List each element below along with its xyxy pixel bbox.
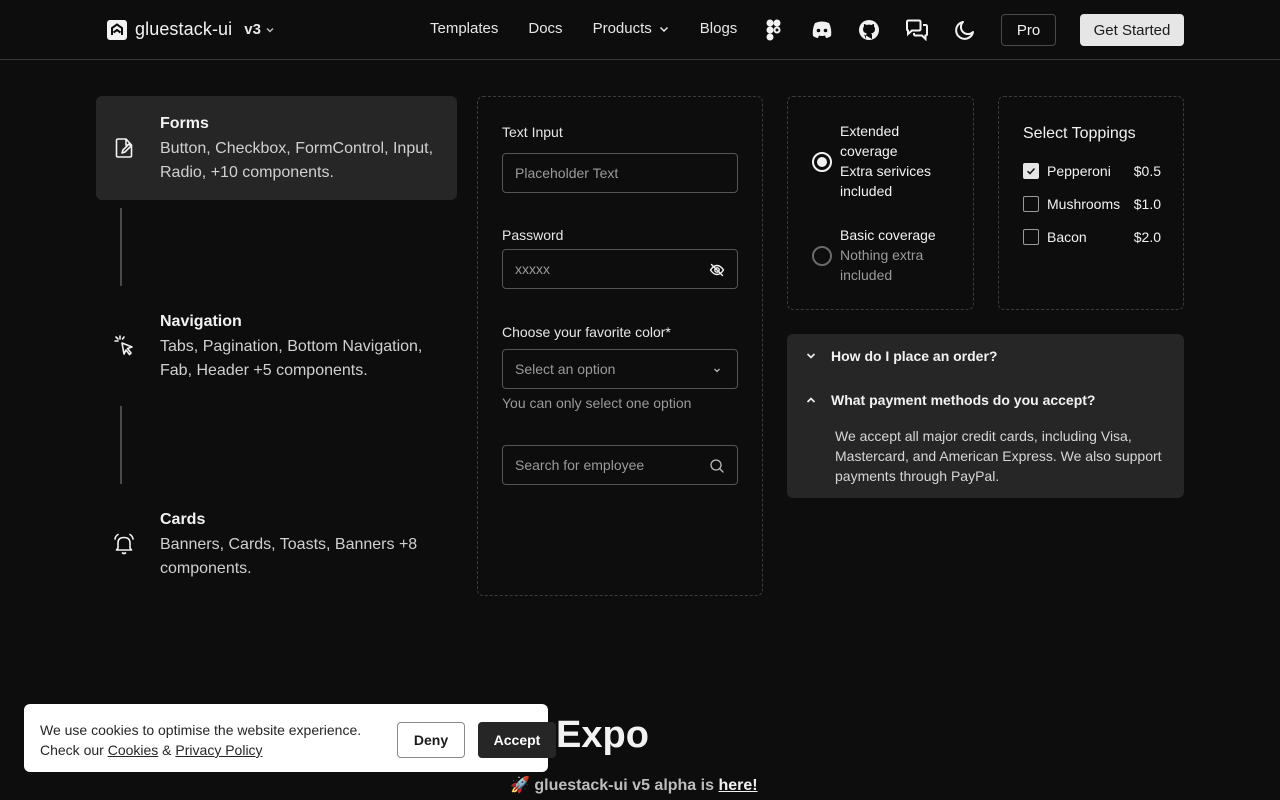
basic-coverage-sub: Nothing extra included xyxy=(840,247,924,283)
search-input[interactable]: Search for employee xyxy=(502,445,738,485)
chevron-down-icon xyxy=(806,353,816,359)
cookie-consent-banner: We use cookies to optimise the website e… xyxy=(24,704,556,772)
topping-pepperoni[interactable]: Pepperoni $0.5 xyxy=(1023,161,1161,181)
faq-question: How do I place an order? xyxy=(831,348,998,364)
color-select-label: Choose your favorite color* xyxy=(502,324,671,340)
timeline-connector xyxy=(120,406,122,484)
version-label: v3 xyxy=(244,21,261,38)
check-icon xyxy=(1026,167,1036,175)
extended-coverage-title: Extended coverage xyxy=(840,123,900,159)
chevron-down-icon xyxy=(714,368,720,373)
accept-button[interactable]: Accept xyxy=(478,722,556,758)
checkbox-checked[interactable] xyxy=(1023,163,1039,179)
form-edit-icon xyxy=(115,138,133,158)
topping-bacon[interactable]: Bacon $2.0 xyxy=(1023,227,1161,247)
eye-off-icon[interactable] xyxy=(709,262,725,278)
select-placeholder: Select an option xyxy=(515,361,616,377)
pro-button[interactable]: Pro xyxy=(1001,14,1056,46)
chevron-down-icon xyxy=(659,26,668,32)
faq-item-place-order[interactable]: How do I place an order? xyxy=(803,348,997,364)
radio-basic-coverage[interactable] xyxy=(812,246,832,266)
nav-docs[interactable]: Docs xyxy=(528,20,562,37)
topping-price: $0.5 xyxy=(1133,163,1161,179)
chat-icon[interactable] xyxy=(905,18,929,42)
main-nav: Templates Docs Products Blogs xyxy=(430,20,767,37)
category-description: Button, Checkbox, FormControl, Input, Ra… xyxy=(160,140,434,181)
toppings-title: Select Toppings xyxy=(1023,125,1136,142)
text-input-placeholder: Placeholder Text xyxy=(515,165,619,181)
github-icon[interactable] xyxy=(857,18,881,42)
cookie-message: We use cookies to optimise the website e… xyxy=(40,720,370,760)
banner-text: 🚀 gluestack-ui v5 alpha is xyxy=(510,777,719,794)
checkbox-unchecked[interactable] xyxy=(1023,229,1039,245)
faq-item-payment-methods[interactable]: What payment methods do you accept? xyxy=(803,392,1095,408)
faq-answer: We accept all major credit cards, includ… xyxy=(835,428,1162,484)
password-input[interactable]: xxxxx xyxy=(502,249,738,289)
top-nav-bar: gluestack-ui v3 Templates Docs Products … xyxy=(0,0,1280,60)
nav-products[interactable]: Products xyxy=(593,20,670,37)
text-input-label: Text Input xyxy=(502,124,563,140)
topping-name: Pepperoni xyxy=(1047,163,1111,179)
chevron-up-icon xyxy=(806,397,816,403)
banner-link[interactable]: here! xyxy=(718,777,757,794)
topping-mushrooms[interactable]: Mushrooms $1.0 xyxy=(1023,194,1161,214)
basic-coverage-title: Basic coverage xyxy=(840,227,936,243)
bell-icon xyxy=(114,533,134,555)
extended-coverage-sub: Extra serivices included xyxy=(840,163,932,199)
category-cards[interactable]: Cards Banners, Cards, Toasts, Banners +8… xyxy=(96,492,457,596)
logo-text: gluestack-ui xyxy=(135,19,233,39)
password-value: xxxxx xyxy=(515,261,550,277)
basic-coverage-text: Basic coverage Nothing extra included xyxy=(840,225,950,285)
deny-button[interactable]: Deny xyxy=(397,722,465,758)
search-placeholder: Search for employee xyxy=(515,457,645,473)
nav-templates[interactable]: Templates xyxy=(430,20,498,37)
announcement-banner: 🚀 gluestack-ui v5 alpha is here! xyxy=(510,775,758,795)
privacy-policy-link[interactable]: Privacy Policy xyxy=(175,742,262,758)
category-forms[interactable]: Forms Button, Checkbox, FormControl, Inp… xyxy=(96,96,457,200)
select-helper-text: You can only select one option xyxy=(502,395,692,411)
password-label: Password xyxy=(502,227,564,243)
discord-icon[interactable] xyxy=(810,18,834,42)
category-description: Banners, Cards, Toasts, Banners +8 compo… xyxy=(160,536,418,577)
form-demo-panel: Text Input Placeholder Text Password xxx… xyxy=(477,96,763,596)
pointer-click-icon xyxy=(114,335,133,356)
faq-accordion: How do I place an order? What payment me… xyxy=(787,334,1184,498)
required-mark: * xyxy=(665,324,671,340)
nav-products-label: Products xyxy=(592,20,652,37)
category-title: Navigation xyxy=(160,313,242,330)
chevron-down-icon xyxy=(266,27,274,33)
topping-name: Bacon xyxy=(1047,229,1087,245)
topping-price: $1.0 xyxy=(1133,196,1161,212)
category-navigation[interactable]: Navigation Tabs, Pagination, Bottom Navi… xyxy=(96,294,457,398)
checkbox-unchecked[interactable] xyxy=(1023,196,1039,212)
category-title: Forms xyxy=(160,115,209,132)
section-heading: Expo xyxy=(556,714,649,756)
toppings-checkbox-panel: Select Toppings Pepperoni $0.5 Mushrooms… xyxy=(998,96,1184,310)
figma-icon[interactable] xyxy=(762,18,786,42)
faq-question: What payment methods do you accept? xyxy=(831,392,1096,408)
topping-name: Mushrooms xyxy=(1047,196,1121,212)
category-title: Cards xyxy=(160,511,206,528)
get-started-button[interactable]: Get Started xyxy=(1080,14,1184,46)
gluestack-logo-icon xyxy=(107,19,127,40)
nav-blogs[interactable]: Blogs xyxy=(700,20,738,37)
color-select-label-text: Choose your favorite color xyxy=(502,324,666,340)
logo[interactable]: gluestack-ui v3 xyxy=(107,19,275,40)
text-input[interactable]: Placeholder Text xyxy=(502,153,738,193)
timeline-connector xyxy=(120,208,122,286)
topping-price: $2.0 xyxy=(1133,229,1161,245)
search-icon xyxy=(710,459,724,473)
cookies-link[interactable]: Cookies xyxy=(108,742,159,758)
extended-coverage-text: Extended coverage Extra serivices includ… xyxy=(840,121,950,201)
moon-icon[interactable] xyxy=(953,18,977,42)
category-description: Tabs, Pagination, Bottom Navigation, Fab… xyxy=(160,338,423,379)
coverage-radio-panel: Extended coverage Extra serivices includ… xyxy=(787,96,974,310)
radio-extended-coverage[interactable] xyxy=(812,152,832,172)
color-select[interactable]: Select an option xyxy=(502,349,738,389)
version-selector[interactable]: v3 xyxy=(244,21,275,38)
cookie-ampersand: & xyxy=(158,742,176,758)
